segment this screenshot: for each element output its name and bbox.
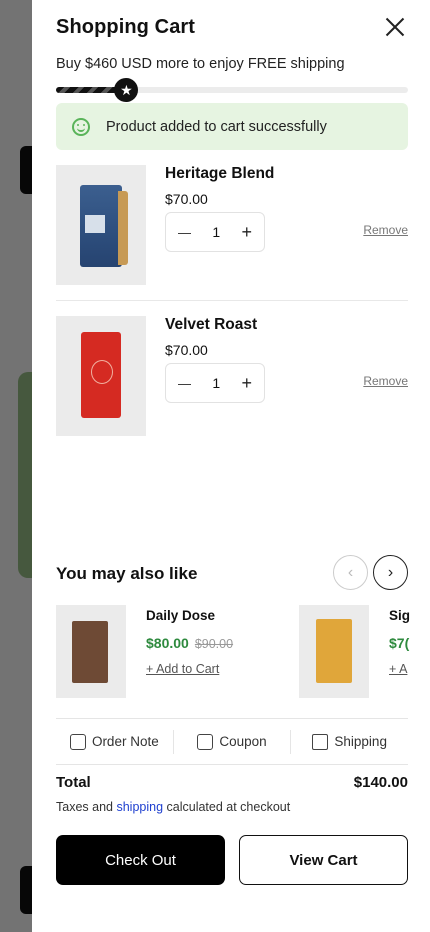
recommended-product: Sig $7( + A: [299, 605, 430, 698]
quantity-value[interactable]: 1: [212, 375, 220, 391]
cart-item: Velvet Roast $70.00 — 1 + Remove: [56, 316, 408, 436]
coffee-bag-image: [81, 332, 121, 418]
recommendations-carousel: Daily Dose $80.00 $90.00 + Add to Cart Si…: [56, 600, 430, 700]
total-label: Total: [56, 774, 91, 791]
recommended-product-image[interactable]: [56, 605, 126, 698]
shipping-progress-bar: [56, 87, 408, 93]
coffee-bag-image: [80, 185, 128, 267]
tax-note-prefix: Taxes and: [56, 800, 117, 814]
coffee-bag-image: [316, 619, 352, 683]
add-to-cart-link[interactable]: + Add to Cart: [146, 662, 219, 676]
coupon-button[interactable]: Coupon: [172, 729, 291, 754]
cart-item: Heritage Blend $70.00 — 1 + Remove: [56, 165, 408, 285]
coffee-bag-image: [72, 621, 108, 683]
order-note-label: Order Note: [91, 734, 159, 749]
remove-link[interactable]: Remove: [363, 223, 408, 237]
cart-actions-bar: Order Note Coupon Shipping: [56, 718, 408, 765]
remove-link[interactable]: Remove: [363, 374, 408, 388]
product-name[interactable]: Heritage Blend: [165, 165, 274, 183]
close-icon[interactable]: [382, 14, 408, 40]
free-shipping-message: Buy $460 USD more to enjoy FREE shipping: [56, 56, 345, 72]
total-row: Total $140.00: [56, 774, 408, 791]
cart-drawer: Shopping Cart Buy $460 USD more to enjoy…: [32, 0, 430, 932]
view-cart-button[interactable]: View Cart: [239, 835, 408, 885]
add-to-cart-link[interactable]: + A: [389, 662, 407, 676]
recommended-product-name[interactable]: Sig: [389, 608, 410, 623]
chevron-left-icon[interactable]: ‹: [333, 555, 368, 590]
shipping-label: Shipping: [334, 734, 387, 749]
shipping-button[interactable]: Shipping: [290, 729, 408, 754]
product-price: $70.00: [165, 191, 208, 207]
quantity-stepper: — 1 +: [165, 212, 265, 252]
cart-header: Shopping Cart: [56, 12, 408, 42]
recommended-product-price: $7(: [389, 635, 409, 651]
success-alert: Product added to cart successfully: [56, 103, 408, 150]
cart-title: Shopping Cart: [56, 15, 196, 38]
recommendations-title: You may also like: [56, 564, 198, 583]
recommended-product: Daily Dose $80.00 $90.00 + Add to Cart: [56, 605, 286, 698]
item-divider: [56, 300, 408, 301]
checkout-button[interactable]: Check Out: [56, 835, 225, 885]
product-image[interactable]: [56, 165, 146, 285]
smile-icon: [72, 117, 90, 136]
recommended-product-price: $80.00 $90.00: [146, 635, 233, 651]
note-icon: [69, 733, 86, 750]
success-message: Product added to cart successfully: [106, 118, 327, 135]
product-price: $70.00: [165, 342, 208, 358]
product-image[interactable]: [56, 316, 146, 436]
box-icon: [312, 733, 329, 750]
original-price: $90.00: [194, 637, 234, 651]
recommended-product-image[interactable]: [299, 605, 369, 698]
coupon-icon: [197, 733, 214, 750]
plus-icon[interactable]: +: [241, 222, 252, 243]
sale-price: $7(: [389, 635, 410, 651]
minus-icon[interactable]: —: [178, 376, 191, 391]
order-note-button[interactable]: Order Note: [56, 733, 173, 750]
tax-note: Taxes and shipping calculated at checkou…: [56, 800, 290, 814]
plus-icon[interactable]: +: [241, 373, 252, 394]
total-value: $140.00: [353, 774, 408, 791]
quantity-stepper: — 1 +: [165, 363, 265, 403]
coupon-label: Coupon: [219, 734, 267, 749]
tax-note-suffix: calculated at checkout: [163, 800, 291, 814]
sale-price: $80.00: [146, 635, 189, 651]
chevron-right-icon[interactable]: ›: [373, 555, 408, 590]
product-name[interactable]: Velvet Roast: [165, 316, 257, 334]
shipping-link[interactable]: shipping: [116, 800, 163, 814]
star-icon: ★: [114, 78, 139, 102]
quantity-value[interactable]: 1: [212, 224, 220, 240]
minus-icon[interactable]: —: [178, 225, 191, 240]
recommended-product-name[interactable]: Daily Dose: [146, 608, 215, 623]
